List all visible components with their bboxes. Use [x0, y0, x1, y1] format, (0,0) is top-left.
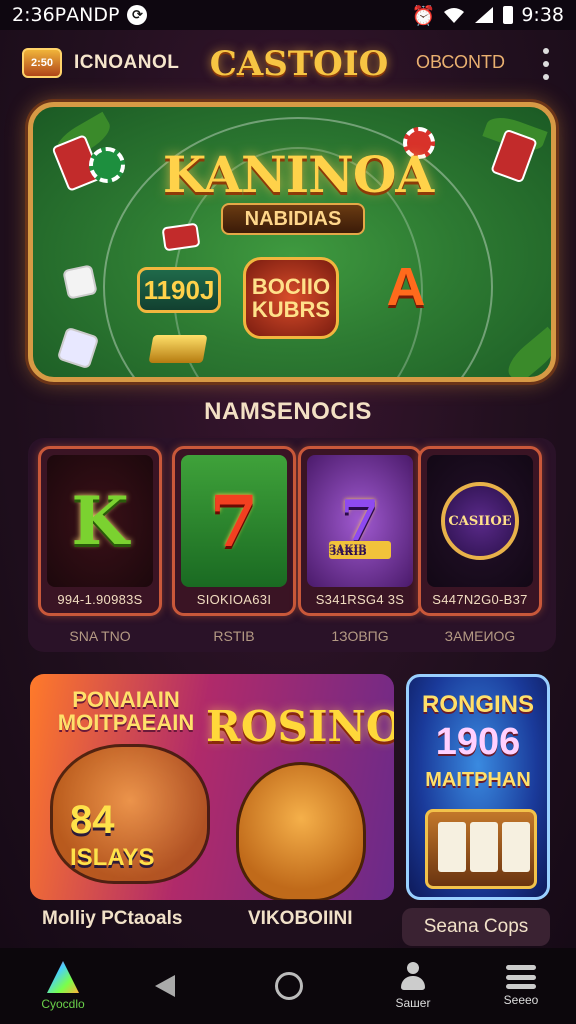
banner-number-tile: 1190J: [137, 267, 221, 313]
leaf-decoration: [501, 326, 551, 377]
promo-card-slots[interactable]: RONGINS 1906 MAITPHAN: [406, 674, 550, 900]
sync-icon: ⟳: [127, 5, 148, 25]
banner-subtitle: NABIDIAS: [221, 203, 365, 235]
game-code: SIOKIOA63I: [196, 592, 272, 607]
nav-label: Суocdlo: [41, 997, 85, 1011]
casino-chip-icon: [89, 147, 125, 183]
hero-banner[interactable]: KANINOA NABIDIAS 1190J BOCIIO KUBRS A: [28, 102, 556, 382]
triangle-icon: [47, 961, 79, 993]
game-card[interactable]: 7 ЗАКІВ S341RSG4 3S: [298, 446, 422, 616]
brand-name[interactable]: ICNOANOL: [74, 52, 179, 74]
signal-icon: [475, 7, 494, 23]
game-art: 7 ЗАКІВ: [307, 455, 413, 587]
status-bar: 2:36РАNDP ⟳ ⏰ 9:38: [0, 0, 576, 30]
nav-item-profile[interactable]: Saшer: [368, 948, 458, 1024]
nav-label: Seeeo: [503, 993, 539, 1007]
menu-icon: [506, 965, 536, 989]
promo-number: 1906: [435, 721, 521, 763]
game-code: 994-1.90983S: [57, 592, 143, 607]
nav-item-menu[interactable]: Seeeo: [476, 948, 566, 1024]
wifi-icon: [444, 8, 465, 23]
account-link[interactable]: ОВСОNTD: [416, 52, 505, 73]
gold-bar-icon: [148, 335, 208, 363]
brand-badge[interactable]: 2:50: [22, 48, 62, 78]
bottom-navbar: Суocdlo Saшer Seeeo: [0, 948, 576, 1024]
nav-back[interactable]: [120, 948, 210, 1024]
home-icon: [275, 972, 303, 1000]
back-icon: [155, 975, 175, 997]
game-code: S447N2G0-B37: [432, 592, 528, 607]
nav-label: Saшer: [395, 996, 431, 1010]
banner-text-tile: BOCIIO KUBRS: [243, 257, 339, 339]
section-title: NAMSENOCIS: [204, 398, 372, 425]
game-card[interactable]: 7 SIOKIOA63I: [172, 446, 296, 616]
banner-letter-tile: A: [386, 257, 426, 317]
nav-home-button[interactable]: [244, 948, 334, 1024]
slot-machine-icon: [425, 809, 537, 889]
promo-headline: PONAIAIN MOITPAEAIN: [57, 687, 195, 736]
status-time: 9:38: [521, 4, 564, 26]
promo-card-safari[interactable]: PONAIAIN MOITPAEAIN ROSINO 84 ISLAYS: [30, 674, 394, 900]
person-icon: [399, 962, 427, 992]
promo-number: 84: [70, 798, 115, 842]
lion-illustration: [236, 762, 366, 900]
casino-medal-icon: CASIIOE: [441, 482, 519, 560]
top-bar: 2:50 ICNOANOL CASTOIO ОВСОNTD: [0, 30, 576, 100]
games-row: K 994-1.90983S 7 SIOKIOA63I 7 ЗАКІВ S341…: [28, 438, 556, 652]
game-card[interactable]: CASIIOE S447N2G0-B37: [418, 446, 542, 616]
battery-icon: [503, 6, 514, 24]
game-card[interactable]: K 994-1.90983S: [38, 446, 162, 616]
game-label[interactable]: RSTIB: [172, 628, 296, 644]
promo-label[interactable]: Molliy PCtaoals: [42, 908, 182, 930]
promo-caption: ISLAYS: [70, 844, 155, 871]
game-art: K: [47, 455, 153, 587]
app-logo[interactable]: CASTOIO: [210, 40, 388, 88]
game-label[interactable]: ЗАМЕИОG: [418, 628, 542, 644]
promo-caption: MAITPHAN: [425, 769, 531, 791]
game-label[interactable]: SNA TNO: [38, 628, 162, 644]
nav-item-home[interactable]: Суocdlo: [18, 948, 108, 1024]
dice-icon: [56, 326, 100, 370]
promo-title: ROSINO: [206, 702, 394, 751]
more-options-icon[interactable]: [538, 48, 554, 80]
playing-card-icon: [161, 222, 201, 252]
alarm-icon: ⏰: [411, 4, 436, 27]
dice-icon: [62, 264, 98, 300]
banner-title: KANINOA: [162, 145, 434, 204]
game-art: CASIIOE: [427, 455, 533, 587]
promo-pill-button[interactable]: Seana Cops: [402, 908, 550, 946]
game-art-sub: ЗАКІВ: [329, 541, 391, 559]
promo-headline: RONGINS: [421, 691, 534, 718]
app-screen: 2:50 ICNOANOL CASTOIO ОВСОNTD KANINOA NA…: [0, 30, 576, 948]
promo-label-secondary[interactable]: VIKOBOIINI: [248, 908, 353, 930]
game-label[interactable]: 1ЗОВПG: [298, 628, 422, 644]
status-left-text: 2:36РАNDP: [12, 4, 120, 26]
game-code: S341RSG4 3S: [315, 592, 405, 607]
game-art: 7: [181, 455, 287, 587]
